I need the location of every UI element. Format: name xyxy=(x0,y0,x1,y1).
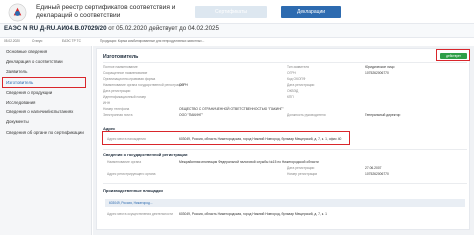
section-sidebar: Основные сведения Декларация о соответст… xyxy=(0,46,92,235)
field-label: Дата регистрации xyxy=(287,166,315,170)
address-value: 603049, Россия, область Нижегородская, г… xyxy=(179,137,342,141)
field-label: Номер телефона xyxy=(103,107,130,111)
section-divider xyxy=(103,149,467,150)
section-divider xyxy=(103,183,467,184)
field-value: 603049, Россия, область Нижегородская, г… xyxy=(179,212,327,216)
status-badge: действует xyxy=(440,53,467,59)
field-value: Межрайонная инспекция Федеральной налого… xyxy=(179,160,319,164)
sidebar-item-cert-body[interactable]: Сведения об органе по сертификации xyxy=(6,130,88,136)
field-label: Идентификационный номер xyxy=(103,95,147,99)
field-label: ИНН xyxy=(103,101,111,105)
field-label: Полное наименование xyxy=(103,65,138,69)
field-value: 1075262006770 xyxy=(365,71,389,75)
address-label: Адрес места нахождения xyxy=(107,137,146,141)
registration-heading: Сведения о государственной регистрации xyxy=(103,152,188,157)
sidebar-item-general[interactable]: Основные сведения xyxy=(6,49,88,55)
field-value: ОГРН xyxy=(179,83,188,87)
section-title: Изготовитель xyxy=(103,54,139,60)
section-divider xyxy=(103,62,467,63)
field-label: Тип заявителя xyxy=(287,65,310,69)
field-label: Код ОКОПФ xyxy=(287,77,306,81)
field-value: ООО "ПАКИНГ" xyxy=(179,113,203,117)
declaration-number: ЕАЭС N RU Д-RU.АИ04.В.07029/20 от 05.02.… xyxy=(4,25,219,32)
manufacturer-card: Изготовитель действует Полное наименован… xyxy=(96,48,470,230)
registry-logo-icon[interactable] xyxy=(8,3,27,22)
certificates-button[interactable]: Сертификаты xyxy=(195,6,267,18)
field-label: Наименование органа государственной реги… xyxy=(103,83,184,87)
field-label: Наименование органа xyxy=(107,160,142,164)
production-heading: Производственные площадки xyxy=(103,188,163,193)
sidebar-item-applicant[interactable]: Заявитель xyxy=(6,69,88,75)
field-label: Электронная почта xyxy=(103,113,133,117)
field-label: Дата регистрации xyxy=(287,83,315,87)
sidebar-item-tests[interactable]: Сведения о наличии/испытаниях xyxy=(6,109,88,115)
sidebar-highlight-frame xyxy=(2,77,86,88)
declarations-button[interactable]: Декларации xyxy=(281,6,341,18)
meta-product: Продукция: Корма комбинированные для неп… xyxy=(100,39,205,43)
tab-production-site[interactable]: 603049, Россия, Нижегород... xyxy=(105,200,153,207)
app-title: Единый реестр сертификатов соответствия … xyxy=(36,4,176,19)
field-value: Юридическое лицо xyxy=(365,65,395,69)
field-value: 27.06.2007 xyxy=(365,166,382,170)
field-label: Сокращенное наименование xyxy=(103,71,148,75)
sidebar-item-research[interactable]: Исследования xyxy=(6,100,88,106)
declaration-number-text: ЕАЭС N RU Д-RU.АИ04.В.07029/20 xyxy=(4,25,107,32)
field-value: 1075262006770 xyxy=(365,172,389,176)
main-content: Изготовитель действует Полное наименован… xyxy=(93,46,474,235)
field-label: Организационно-правовая форма xyxy=(103,77,156,81)
field-label: Дата регистрации xyxy=(103,89,131,93)
app-header: Единый реестр сертификатов соответствия … xyxy=(0,0,474,24)
field-label: Адрес регистрирующего органа xyxy=(107,172,156,176)
sidebar-item-declaration[interactable]: Декларация о соответствии xyxy=(6,59,88,65)
document-meta-bar: 05.02.2020 Статус: ЕАЭС ТР ТС Продукция:… xyxy=(0,38,474,46)
meta-status: Статус: xyxy=(32,39,43,43)
sidebar-item-documents[interactable]: Документы xyxy=(6,119,88,125)
meta-date: 05.02.2020 xyxy=(4,39,20,43)
meta-regulation: ЕАЭС ТР ТС xyxy=(62,39,81,43)
field-value: ОБЩЕСТВО С ОГРАНИЧЕННОЙ ОТВЕТСТВЕННОСТЬЮ… xyxy=(179,107,284,111)
document-title-bar: ЕАЭС N RU Д-RU.АИ04.В.07029/20 от 05.02.… xyxy=(0,24,474,38)
sidebar-item-product[interactable]: Сведения о продукции xyxy=(6,90,88,96)
field-value: Генеральный директор xyxy=(365,113,401,117)
field-label: Должность руководителя xyxy=(287,113,326,117)
field-label: ОКВЭД xyxy=(287,89,299,93)
field-label: Номер регистрации xyxy=(287,172,318,176)
field-label: Адрес места осуществления деятельности xyxy=(107,212,173,216)
declaration-validity-text: от 05.02.2020 действует до 04.02.2025 xyxy=(106,25,219,32)
production-tab-bar xyxy=(105,199,465,207)
field-label: КПП xyxy=(287,95,294,99)
field-label: ОГРН xyxy=(287,71,296,75)
